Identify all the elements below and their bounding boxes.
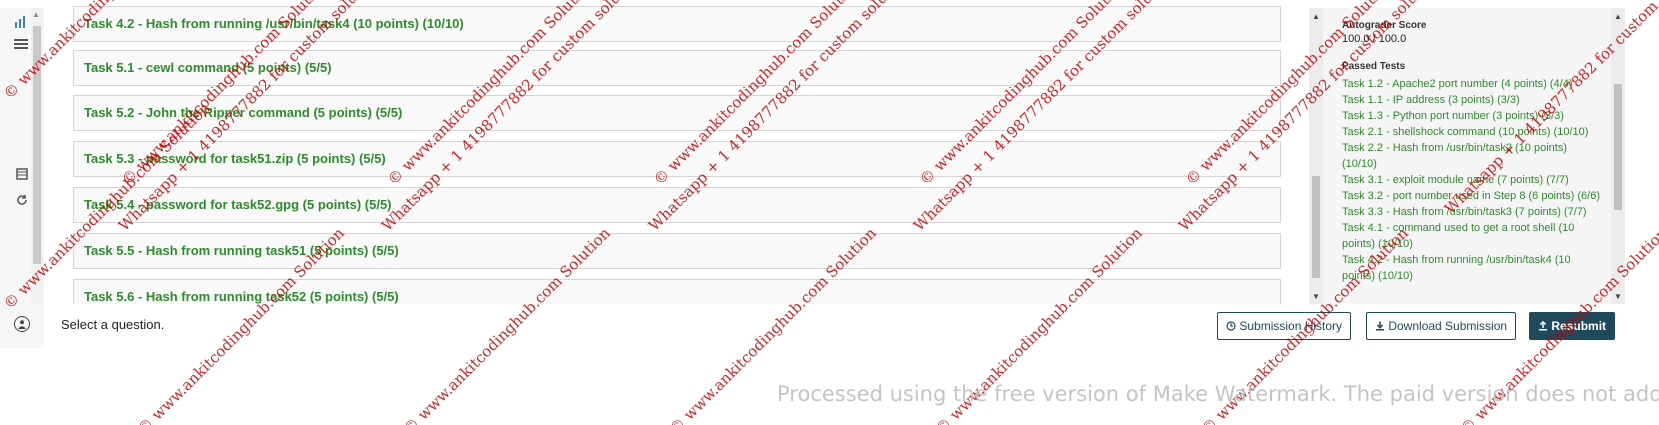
scrollbar-thumb[interactable] (1614, 84, 1622, 210)
question-item-5-1[interactable]: Task 5.1 - cewl command (5 points) (5/5) (73, 50, 1281, 86)
upload-icon (1538, 319, 1551, 333)
hamburger-menu-icon[interactable] (12, 36, 30, 54)
left-rail: ▲ (0, 8, 44, 348)
question-item-5-3[interactable]: Task 5.3 - password for task51.zip (5 po… (73, 141, 1281, 177)
download-submission-button[interactable]: Download Submission (1366, 312, 1517, 340)
download-icon (1375, 319, 1388, 333)
submission-history-button[interactable]: Submission History (1217, 312, 1352, 340)
passed-test-item: Task 3.1 - exploit module name (7 points… (1342, 174, 1569, 186)
score-label: Autograder Score (1342, 20, 1427, 31)
passed-test-item: Task 3.2 - port number used in Step 8 (6… (1342, 190, 1601, 202)
scroll-up-arrow-icon[interactable]: ▲ (1614, 12, 1622, 21)
question-item-5-5[interactable]: Task 5.5 - Hash from running task51 (5 p… (73, 233, 1281, 269)
score-content: Autograder Score 100.0 / 100.0 Passed Te… (1342, 20, 1602, 284)
passed-tests-label: Passed Tests (1342, 61, 1406, 72)
passed-test-item: Task 2.2 - Hash from /usr/bin/task2 (10 … (1342, 142, 1567, 170)
autograder-panel: ▲ ▼ ▲ ▼ Autograder Score 100.0 / 100.0 P… (1309, 8, 1625, 304)
refresh-icon[interactable] (13, 192, 31, 210)
select-question-text: Select a question. (61, 317, 165, 332)
resubmit-button[interactable]: Resubmit (1529, 312, 1616, 340)
bottom-bar: Select a question. Submission History Do… (0, 304, 1625, 346)
rail-scrollbar[interactable]: ▲ (31, 8, 43, 308)
scrollbar-thumb[interactable] (33, 26, 41, 264)
question-list: Task 4.2 - Hash from running /usr/bin/ta… (73, 0, 1281, 304)
passed-test-item: Task 4.1 - command used to get a root sh… (1342, 222, 1575, 250)
bottom-rail (0, 304, 44, 346)
question-item-4-2[interactable]: Task 4.2 - Hash from running /usr/bin/ta… (73, 6, 1281, 42)
scroll-up-arrow-icon[interactable]: ▲ (32, 10, 40, 19)
question-item-5-2[interactable]: Task 5.2 - John the Ripper command (5 po… (73, 95, 1281, 131)
user-icon[interactable] (14, 316, 30, 332)
passed-test-item: Task 1.2 - Apache2 port number (4 points… (1342, 78, 1573, 90)
download-submission-label: Download Submission (1388, 319, 1508, 333)
passed-test-item: Task 3.3 - Hash from /usr/bin/task3 (7 p… (1342, 206, 1587, 218)
scrollbar-thumb[interactable] (1312, 176, 1320, 278)
question-item-5-6[interactable]: Task 5.6 - Hash from running task52 (5 p… (73, 279, 1281, 304)
panel-right-scrollbar[interactable]: ▲ ▼ (1611, 8, 1625, 304)
clock-icon (1226, 319, 1239, 333)
resubmit-label: Resubmit (1551, 319, 1607, 333)
score-value: 100.0 / 100.0 (1342, 33, 1407, 45)
passed-test-item: Task 1.1 - IP address (3 points) (3/3) (1342, 94, 1520, 106)
question-item-5-4[interactable]: Task 5.4 - password for task52.gpg (5 po… (73, 187, 1281, 223)
footer-watermark: Processed using the free version of Make… (777, 382, 1659, 406)
bar-chart-icon[interactable] (12, 14, 30, 32)
passed-test-item: Task 1.3 - Python port number (3 points)… (1342, 110, 1564, 122)
panel-left-scrollbar[interactable]: ▲ ▼ (1309, 8, 1323, 304)
book-icon[interactable] (13, 166, 31, 184)
passed-test-item: Task 4.2 - Hash from running /usr/bin/ta… (1342, 254, 1571, 282)
submission-history-label: Submission History (1239, 319, 1343, 333)
scroll-up-arrow-icon[interactable]: ▲ (1312, 12, 1320, 21)
page: ▲ Task 4.2 - Hash from running /usr/bin/… (0, 0, 1659, 425)
scroll-down-arrow-icon[interactable]: ▼ (1614, 292, 1622, 301)
scroll-down-arrow-icon[interactable]: ▼ (1312, 292, 1320, 301)
passed-test-item: Task 2.1 - shellshock command (10 points… (1342, 126, 1589, 138)
